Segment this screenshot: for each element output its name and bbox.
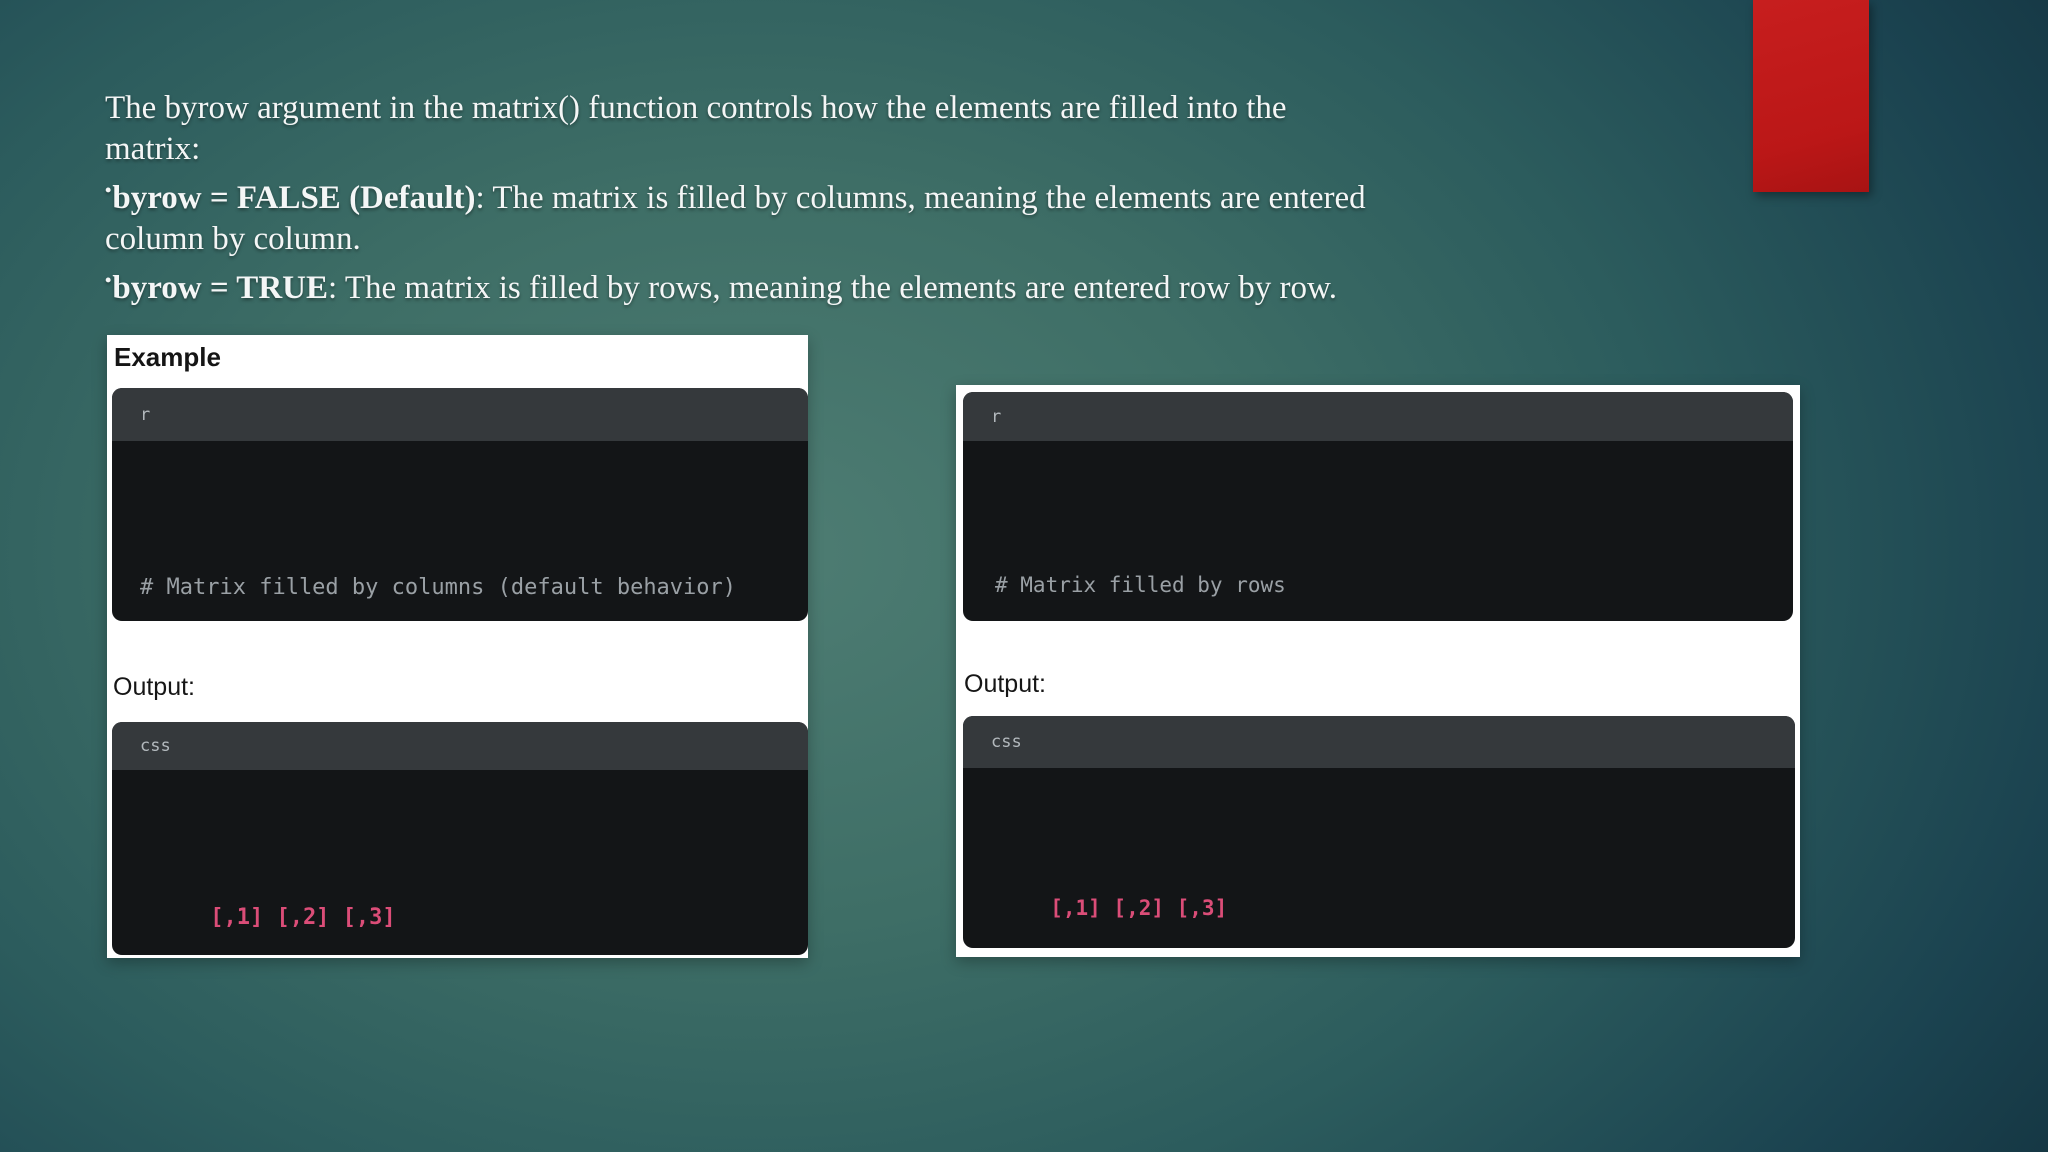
- bullet-dot: •: [105, 180, 112, 200]
- output-language-label: css: [140, 736, 171, 756]
- code-language-bar: r: [112, 388, 808, 441]
- example-card-byrow: r # Matrix filled by rows matrix_byrow <…: [956, 385, 1800, 957]
- intro-bold-false-default: byrow = FALSE (Default): [112, 180, 476, 216]
- output-language-label: css: [991, 732, 1022, 752]
- output-row-header: [,1] [,2] [,3]: [987, 896, 1228, 920]
- intro-bullet-2: •byrow = TRUE: The matrix is filled by r…: [105, 260, 1525, 309]
- output-language-bar: css: [963, 716, 1795, 768]
- intro-bold-true: byrow = TRUE: [112, 270, 328, 306]
- code-comment: # Matrix filled by columns (default beha…: [140, 575, 737, 600]
- output-label: Output:: [964, 670, 1046, 698]
- code-content-bycol: # Matrix filled by columns (default beha…: [112, 441, 808, 621]
- intro-line-1: The byrow argument in the matrix() funct…: [105, 90, 1287, 126]
- bullet-dot: •: [105, 270, 112, 290]
- code-block-bycol: r # Matrix filled by columns (default be…: [112, 388, 808, 621]
- intro-text: The byrow argument in the matrix() funct…: [105, 88, 1525, 309]
- code-content-byrow: # Matrix filled by rows matrix_byrow <- …: [963, 441, 1793, 621]
- intro-bullet-1-text: : The matrix is filled by columns, meani…: [475, 180, 1366, 216]
- intro-bullet-2-text: : The matrix is filled by rows, meaning …: [328, 270, 1337, 306]
- output-language-bar: css: [112, 722, 808, 770]
- output-block-byrow: css [,1] [,2] [,3] [1,] 1 2 3 [2,] 4 5 6: [963, 716, 1795, 948]
- intro-bullet-1: •byrow = FALSE (Default): The matrix is …: [105, 170, 1525, 219]
- output-content-byrow: [,1] [,2] [,3] [1,] 1 2 3 [2,] 4 5 6: [963, 768, 1795, 948]
- output-block-bycol: css [,1] [,2] [,3] [1,] 1 3 5 [2,] 2 4 6: [112, 722, 808, 955]
- accent-rectangle: [1753, 0, 1869, 192]
- intro-bullet-1-cont: column by column.: [105, 221, 361, 257]
- code-language-bar: r: [963, 392, 1793, 441]
- example-card-bycol: Example r # Matrix filled by columns (de…: [107, 335, 808, 958]
- code-comment: # Matrix filled by rows: [995, 573, 1286, 597]
- example-card-title: Example: [114, 342, 221, 372]
- code-block-byrow: r # Matrix filled by rows matrix_byrow <…: [963, 392, 1793, 621]
- code-language-label: r: [991, 406, 1002, 427]
- output-content-bycol: [,1] [,2] [,3] [1,] 1 3 5 [2,] 2 4 6: [112, 770, 808, 955]
- intro-line-2: matrix:: [105, 131, 201, 167]
- code-language-label: r: [140, 404, 151, 425]
- output-row-header: [,1] [,2] [,3]: [144, 905, 396, 930]
- output-label: Output:: [113, 673, 195, 701]
- slide: The byrow argument in the matrix() funct…: [0, 0, 2048, 1152]
